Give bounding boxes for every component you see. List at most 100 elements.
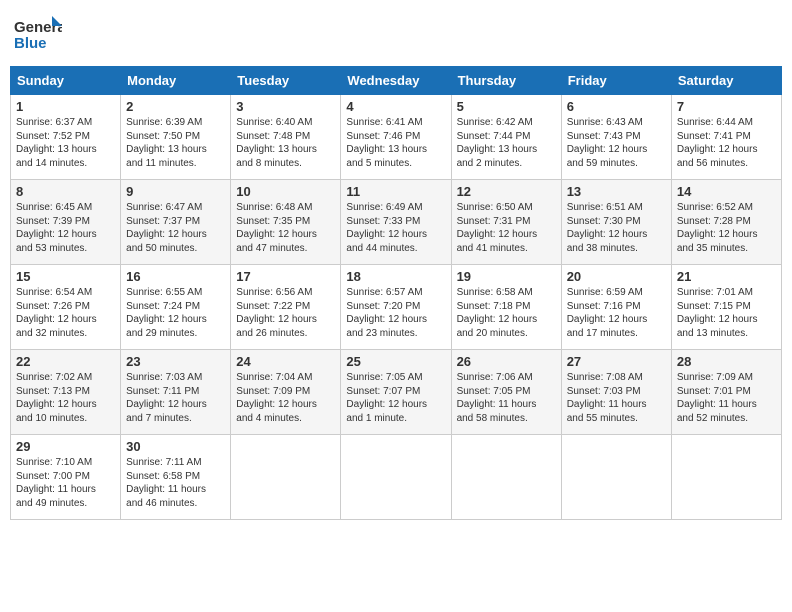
calendar-cell: 2 Sunrise: 6:39 AMSunset: 7:50 PMDaylight… <box>121 95 231 180</box>
col-header-friday: Friday <box>561 67 671 95</box>
day-info: Sunrise: 7:10 AMSunset: 7:00 PMDaylight:… <box>16 456 115 510</box>
day-number: 13 <box>567 184 666 199</box>
calendar-cell: 21 Sunrise: 7:01 AMSunset: 7:15 PMDayligh… <box>671 265 781 350</box>
col-header-wednesday: Wednesday <box>341 67 451 95</box>
calendar-cell: 4 Sunrise: 6:41 AMSunset: 7:46 PMDaylight… <box>341 95 451 180</box>
calendar-cell: 8 Sunrise: 6:45 AMSunset: 7:39 PMDaylight… <box>11 180 121 265</box>
calendar-cell: 23 Sunrise: 7:03 AMSunset: 7:11 PMDayligh… <box>121 350 231 435</box>
day-info: Sunrise: 6:59 AMSunset: 7:16 PMDaylight:… <box>567 286 666 340</box>
calendar-cell: 11Sunrise: 6:49 AMSunset: 7:33 PMDayligh… <box>341 180 451 265</box>
day-info: Sunrise: 7:03 AMSunset: 7:11 PMDaylight:… <box>126 371 225 425</box>
day-info: Sunrise: 6:49 AMSunset: 7:33 PMDaylight:… <box>346 201 445 255</box>
day-number: 27 <box>567 354 666 369</box>
calendar-cell: 14 Sunrise: 6:52 AMSunset: 7:28 PMDayligh… <box>671 180 781 265</box>
calendar-cell: 30 Sunrise: 7:11 AMSunset: 6:58 PMDayligh… <box>121 435 231 520</box>
header-row: SundayMondayTuesdayWednesdayThursdayFrid… <box>11 67 782 95</box>
day-number: 25 <box>346 354 445 369</box>
calendar-cell: 7 Sunrise: 6:44 AMSunset: 7:41 PMDaylight… <box>671 95 781 180</box>
day-info: Sunrise: 6:54 AMSunset: 7:26 PMDaylight:… <box>16 286 115 340</box>
day-info: Sunrise: 6:52 AMSunset: 7:28 PMDaylight:… <box>677 201 776 255</box>
calendar-cell: 12Sunrise: 6:50 AMSunset: 7:31 PMDayligh… <box>451 180 561 265</box>
logo: General Blue <box>14 14 62 58</box>
logo-svg: General Blue <box>14 14 62 58</box>
week-row-4: 22 Sunrise: 7:02 AMSunset: 7:13 PMDayligh… <box>11 350 782 435</box>
day-number: 30 <box>126 439 225 454</box>
week-row-3: 15Sunrise: 6:54 AMSunset: 7:26 PMDayligh… <box>11 265 782 350</box>
day-info: Sunrise: 6:51 AMSunset: 7:30 PMDaylight:… <box>567 201 666 255</box>
day-number: 26 <box>457 354 556 369</box>
calendar-cell <box>451 435 561 520</box>
day-number: 4 <box>346 99 445 114</box>
week-row-2: 8 Sunrise: 6:45 AMSunset: 7:39 PMDaylight… <box>11 180 782 265</box>
day-info: Sunrise: 7:09 AMSunset: 7:01 PMDaylight:… <box>677 371 776 425</box>
day-number: 18 <box>346 269 445 284</box>
day-number: 16 <box>126 269 225 284</box>
calendar-cell <box>231 435 341 520</box>
calendar-cell: 29 Sunrise: 7:10 AMSunset: 7:00 PMDayligh… <box>11 435 121 520</box>
calendar-cell: 20 Sunrise: 6:59 AMSunset: 7:16 PMDayligh… <box>561 265 671 350</box>
calendar-cell <box>671 435 781 520</box>
day-number: 3 <box>236 99 335 114</box>
col-header-saturday: Saturday <box>671 67 781 95</box>
calendar-cell: 25Sunrise: 7:05 AMSunset: 7:07 PMDayligh… <box>341 350 451 435</box>
day-info: Sunrise: 6:42 AMSunset: 7:44 PMDaylight:… <box>457 116 556 170</box>
day-number: 19 <box>457 269 556 284</box>
page-header: General Blue <box>10 10 782 58</box>
calendar-cell: 27 Sunrise: 7:08 AMSunset: 7:03 PMDayligh… <box>561 350 671 435</box>
day-info: Sunrise: 7:02 AMSunset: 7:13 PMDaylight:… <box>16 371 115 425</box>
day-number: 14 <box>677 184 776 199</box>
day-info: Sunrise: 6:58 AMSunset: 7:18 PMDaylight:… <box>457 286 556 340</box>
day-number: 1 <box>16 99 115 114</box>
day-number: 6 <box>567 99 666 114</box>
day-number: 7 <box>677 99 776 114</box>
col-header-thursday: Thursday <box>451 67 561 95</box>
calendar-cell: 16 Sunrise: 6:55 AMSunset: 7:24 PMDayligh… <box>121 265 231 350</box>
col-header-tuesday: Tuesday <box>231 67 341 95</box>
day-info: Sunrise: 6:57 AMSunset: 7:20 PMDaylight:… <box>346 286 445 340</box>
calendar-cell: 26 Sunrise: 7:06 AMSunset: 7:05 PMDayligh… <box>451 350 561 435</box>
day-info: Sunrise: 6:50 AMSunset: 7:31 PMDaylight:… <box>457 201 556 255</box>
calendar-cell: 3 Sunrise: 6:40 AMSunset: 7:48 PMDaylight… <box>231 95 341 180</box>
day-info: Sunrise: 6:48 AMSunset: 7:35 PMDaylight:… <box>236 201 335 255</box>
calendar-cell <box>561 435 671 520</box>
day-info: Sunrise: 6:56 AMSunset: 7:22 PMDaylight:… <box>236 286 335 340</box>
day-number: 28 <box>677 354 776 369</box>
day-info: Sunrise: 7:08 AMSunset: 7:03 PMDaylight:… <box>567 371 666 425</box>
svg-text:Blue: Blue <box>14 35 47 52</box>
day-info: Sunrise: 6:55 AMSunset: 7:24 PMDaylight:… <box>126 286 225 340</box>
day-number: 2 <box>126 99 225 114</box>
day-number: 8 <box>16 184 115 199</box>
day-info: Sunrise: 6:44 AMSunset: 7:41 PMDaylight:… <box>677 116 776 170</box>
day-info: Sunrise: 6:47 AMSunset: 7:37 PMDaylight:… <box>126 201 225 255</box>
day-info: Sunrise: 7:06 AMSunset: 7:05 PMDaylight:… <box>457 371 556 425</box>
calendar-cell: 18 Sunrise: 6:57 AMSunset: 7:20 PMDayligh… <box>341 265 451 350</box>
day-info: Sunrise: 6:43 AMSunset: 7:43 PMDaylight:… <box>567 116 666 170</box>
day-info: Sunrise: 7:01 AMSunset: 7:15 PMDaylight:… <box>677 286 776 340</box>
calendar-table: SundayMondayTuesdayWednesdayThursdayFrid… <box>10 66 782 520</box>
day-info: Sunrise: 6:39 AMSunset: 7:50 PMDaylight:… <box>126 116 225 170</box>
day-number: 21 <box>677 269 776 284</box>
day-number: 22 <box>16 354 115 369</box>
calendar-cell: 13 Sunrise: 6:51 AMSunset: 7:30 PMDayligh… <box>561 180 671 265</box>
day-number: 5 <box>457 99 556 114</box>
calendar-cell: 22 Sunrise: 7:02 AMSunset: 7:13 PMDayligh… <box>11 350 121 435</box>
week-row-5: 29 Sunrise: 7:10 AMSunset: 7:00 PMDayligh… <box>11 435 782 520</box>
calendar-cell: 24Sunrise: 7:04 AMSunset: 7:09 PMDayligh… <box>231 350 341 435</box>
col-header-monday: Monday <box>121 67 231 95</box>
day-info: Sunrise: 6:37 AMSunset: 7:52 PMDaylight:… <box>16 116 115 170</box>
day-info: Sunrise: 7:11 AMSunset: 6:58 PMDaylight:… <box>126 456 225 510</box>
calendar-cell <box>341 435 451 520</box>
day-number: 29 <box>16 439 115 454</box>
col-header-sunday: Sunday <box>11 67 121 95</box>
calendar-cell: 15Sunrise: 6:54 AMSunset: 7:26 PMDayligh… <box>11 265 121 350</box>
calendar-cell: 19 Sunrise: 6:58 AMSunset: 7:18 PMDayligh… <box>451 265 561 350</box>
week-row-1: 1 Sunrise: 6:37 AMSunset: 7:52 PMDaylight… <box>11 95 782 180</box>
day-info: Sunrise: 6:45 AMSunset: 7:39 PMDaylight:… <box>16 201 115 255</box>
calendar-cell: 5 Sunrise: 6:42 AMSunset: 7:44 PMDaylight… <box>451 95 561 180</box>
day-info: Sunrise: 6:40 AMSunset: 7:48 PMDaylight:… <box>236 116 335 170</box>
day-info: Sunrise: 6:41 AMSunset: 7:46 PMDaylight:… <box>346 116 445 170</box>
day-number: 20 <box>567 269 666 284</box>
day-number: 17 <box>236 269 335 284</box>
calendar-cell: 28 Sunrise: 7:09 AMSunset: 7:01 PMDayligh… <box>671 350 781 435</box>
day-number: 23 <box>126 354 225 369</box>
